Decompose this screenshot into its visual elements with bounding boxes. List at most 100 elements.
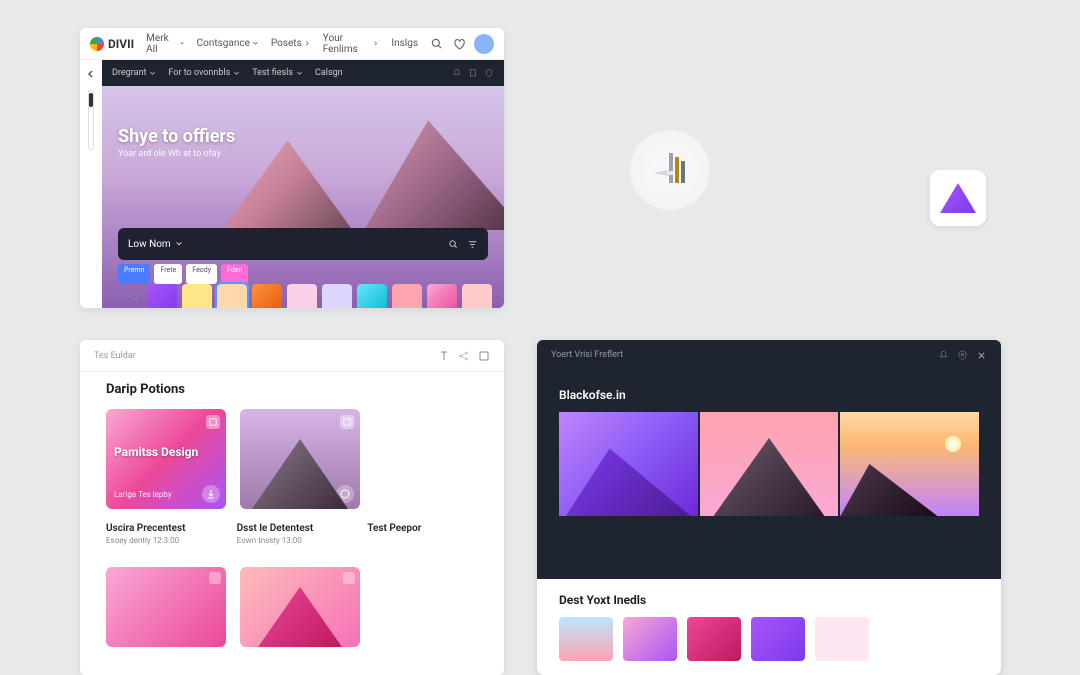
panel-header: Tes Euldar [80, 340, 504, 372]
card-badge-icon[interactable] [340, 415, 354, 429]
panel-main-browser: DIVII Merk All Contsgance Posets Your Fe… [80, 28, 504, 308]
subnav-item[interactable]: For to ovonnbls [168, 68, 240, 78]
thumbnail[interactable] [287, 284, 317, 308]
thumbnail[interactable] [217, 284, 247, 308]
share-icon[interactable] [458, 350, 470, 362]
thumbnail[interactable] [462, 284, 492, 308]
list-item[interactable]: Uscira Precentest Esoey dentiy 12:3:00 [106, 523, 217, 545]
chevron-down-icon [175, 240, 183, 248]
design-card[interactable] [240, 567, 360, 647]
card-badge-icon[interactable] [209, 572, 221, 584]
thumbnail-strip [559, 617, 979, 661]
location-icon[interactable] [957, 350, 968, 361]
play-icon[interactable] [336, 485, 354, 503]
panel-tab: Tes Euldar [94, 351, 136, 361]
expand-icon[interactable] [478, 350, 490, 362]
hero-title: Shye to offiers [118, 126, 235, 147]
scroll-track[interactable] [88, 90, 94, 150]
thumbnail[interactable] [427, 284, 457, 308]
building-plane-icon [645, 145, 695, 195]
chevron-down-icon [179, 40, 185, 47]
list-item[interactable]: Test Peepor [367, 523, 478, 545]
floating-card [930, 170, 986, 226]
filter-pill[interactable]: Frete [154, 264, 182, 284]
scroll-thumb[interactable] [89, 93, 93, 107]
thumbnail[interactable] [252, 284, 282, 308]
card-badge-icon[interactable] [343, 572, 355, 584]
floating-spotlight [630, 130, 710, 210]
list-item[interactable]: Dsst le Detentest Eown tnssty 13:00 [237, 523, 348, 545]
thumbnail[interactable] [815, 617, 869, 661]
logo-text: DIVII [108, 37, 134, 51]
subnav-item[interactable]: Test fiesls [252, 68, 303, 78]
gallery-image[interactable] [840, 412, 979, 516]
thumbnail[interactable] [182, 284, 212, 308]
chevron-down-icon [149, 70, 156, 77]
gallery-title: Blackofse.in [537, 370, 1001, 412]
panel-dark-gallery: Yoert Vrisi Freflert Blackofse.in Dest Y… [537, 340, 1001, 675]
bottom-section: Dest Yoxt Inedls [537, 579, 1001, 675]
logo[interactable]: DIVII [90, 37, 134, 51]
panel-tab: Yoert Vrisi Freflert [551, 350, 623, 360]
subnav: Dregrant For to ovonnbls Test fiesls Cal… [102, 60, 504, 86]
nav-item[interactable]: Contsgance [197, 38, 259, 49]
bell-icon[interactable] [938, 350, 949, 361]
panel-builder: Tes Euldar Darip Potions Pamitss Design … [80, 340, 504, 675]
heart-icon[interactable] [452, 37, 466, 51]
thumbnail[interactable] [392, 284, 422, 308]
search-icon[interactable] [448, 239, 459, 250]
hero-subtitle: Yoar ard ole Wb at to ofay [118, 149, 235, 159]
avatar[interactable] [474, 34, 494, 54]
filter-pill[interactable]: Fden [221, 264, 248, 284]
design-card[interactable] [240, 409, 360, 509]
design-card[interactable]: Pamitss Design Lariga Tes lepby [106, 409, 226, 509]
topbar: DIVII Merk All Contsgance Posets Your Fe… [80, 28, 504, 60]
filter-pill[interactable]: Feody [186, 264, 217, 284]
section-title: Dest Yoxt Inedls [559, 593, 979, 607]
left-sidebar [80, 60, 102, 308]
thumbnail[interactable] [322, 284, 352, 308]
filter-icon[interactable] [467, 239, 478, 250]
nav-item[interactable]: Inslgs [391, 38, 418, 49]
mountain-graphic [223, 140, 353, 230]
mountain-graphic [364, 120, 504, 230]
thumbnail[interactable] [147, 284, 177, 308]
card-title: Pamitss Design [114, 445, 198, 459]
thumbnail[interactable] [357, 284, 387, 308]
search-box[interactable]: Low Nom [118, 228, 488, 260]
subnav-item[interactable]: Calsgn [315, 68, 343, 78]
card-subtitle: Lariga Tes lepby [114, 490, 172, 499]
bell-icon[interactable] [452, 68, 462, 78]
text-icon[interactable] [438, 350, 450, 362]
image-strip [537, 412, 1001, 516]
gallery-image[interactable] [700, 412, 839, 516]
chevron-right-icon [373, 40, 379, 47]
shield-icon[interactable] [484, 68, 494, 78]
thumbnail[interactable] [687, 617, 741, 661]
prev-button[interactable] [132, 293, 142, 305]
chevron-down-icon [252, 40, 259, 47]
nav-item[interactable]: Your Fenlims [323, 33, 380, 55]
subnav-item[interactable]: Dregrant [112, 68, 156, 78]
nav-item[interactable]: Merk All [146, 33, 184, 55]
logo-icon [90, 37, 104, 51]
chevron-right-icon [304, 40, 311, 47]
nav-item[interactable]: Posets [271, 38, 311, 49]
thumbnail[interactable] [623, 617, 677, 661]
bookmark-icon[interactable] [468, 68, 478, 78]
thumbnail[interactable] [751, 617, 805, 661]
chevron-down-icon [296, 70, 303, 77]
download-icon[interactable] [202, 485, 220, 503]
triangle-icon [940, 183, 976, 213]
gallery-image[interactable] [559, 412, 698, 516]
card-badge-icon[interactable] [206, 415, 220, 429]
close-icon[interactable] [976, 350, 987, 361]
back-button[interactable] [83, 66, 99, 82]
panel-header: Yoert Vrisi Freflert [537, 340, 1001, 370]
search-icon[interactable] [430, 37, 444, 51]
section-title: Darip Potions [80, 372, 504, 403]
design-card[interactable] [106, 567, 226, 647]
filter-pill[interactable]: Premn [118, 264, 150, 284]
thumbnail[interactable] [559, 617, 613, 661]
thumbnail-strip [102, 282, 504, 308]
